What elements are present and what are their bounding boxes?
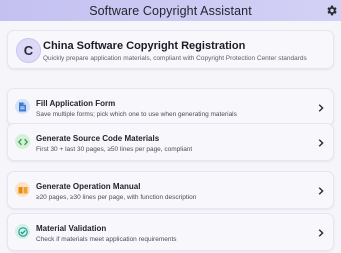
hero-subtitle: Quickly prepare application materials, c… [43,55,307,62]
hero-title: China Software Copyright Registration [43,40,246,52]
menu-item-subtitle: Check if materials meet application requ… [36,236,177,243]
menu-item-fill-application-form[interactable]: Fill Application Form Save multiple form… [7,88,334,126]
chevron-right-icon [318,187,324,195]
menu-item-generate-operation-manual[interactable]: Generate Operation Manual ≥20 pages, ≥30… [7,171,334,209]
hero-card: C China Software Copyright Registration … [7,30,334,69]
menu-item-subtitle: First 30 + last 30 pages, ≥50 lines per … [36,146,193,153]
menu-item-title: Material Validation [36,224,107,233]
gear-icon[interactable] [325,4,338,17]
menu-item-generate-source-code[interactable]: Generate Source Code Materials First 30 … [7,123,334,161]
chevron-right-icon [318,139,324,147]
document-icon [15,99,30,114]
menu-item-subtitle: Save multiple forms; pick which one to u… [36,111,237,118]
copyright-logo: C [16,38,41,63]
title-bar: Software Copyright Assistant [0,0,341,21]
check-circle-icon [15,224,30,239]
menu-item-title: Generate Operation Manual [36,182,141,191]
window-title: Software Copyright Assistant [89,3,252,18]
code-icon [15,134,30,149]
menu-item-subtitle: ≥20 pages, ≥30 lines per page, with func… [36,194,197,201]
chevron-right-icon [318,104,324,112]
book-icon [15,182,30,197]
menu-item-title: Generate Source Code Materials [36,134,160,143]
menu-item-title: Fill Application Form [36,99,116,108]
main-content: C China Software Copyright Registration … [0,21,341,253]
chevron-right-icon [318,229,324,237]
menu-item-material-validation[interactable]: Material Validation Check if materials m… [7,213,334,251]
